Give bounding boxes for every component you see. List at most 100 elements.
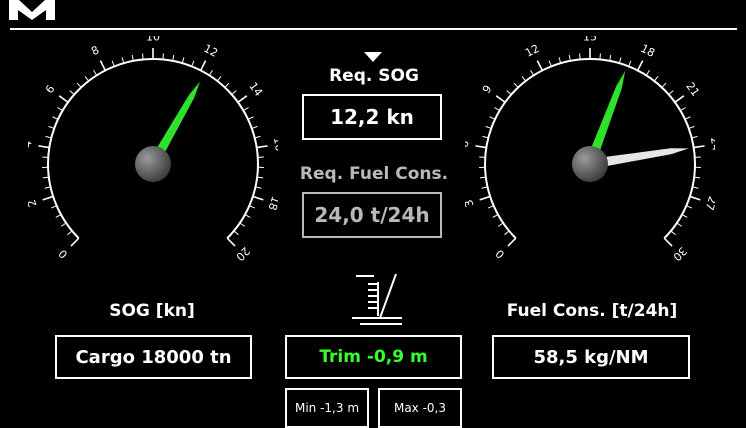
req-sog-label: Req. SOG: [300, 66, 448, 86]
fuel-minor-tick: [488, 206, 494, 208]
sog-major-tick: [100, 61, 105, 71]
fuel-tick-label: 12: [523, 42, 541, 60]
sog-minor-tick: [249, 206, 255, 208]
sog-major-tick: [227, 238, 235, 246]
sog-minor-tick: [234, 231, 239, 235]
sog-minor-tick: [245, 215, 250, 218]
sog-minor-tick: [45, 187, 51, 188]
trim-max-field[interactable]: Max -0,3: [378, 388, 462, 428]
fuel-minor-tick: [680, 107, 685, 110]
sog-gauge-label: SOG [kn]: [70, 301, 234, 321]
fuel-major-tick: [638, 61, 643, 71]
fuel-tick-label: 6: [465, 140, 472, 149]
sog-major-tick: [201, 61, 206, 71]
sog-tick-label: 20: [233, 244, 252, 263]
sog-minor-tick: [112, 61, 114, 67]
fuel-minor-tick: [490, 117, 495, 120]
fuel-tick-label: 3: [465, 198, 476, 209]
trim-value-field[interactable]: Trim -0,9 m: [285, 335, 462, 379]
sog-minor-tick: [77, 83, 81, 87]
sog-major-tick: [43, 196, 53, 199]
sog-major-tick: [257, 146, 268, 148]
req-fuel-cons-label: Req. Fuel Cons.: [295, 164, 453, 184]
fuel-minor-tick: [559, 57, 561, 63]
fuel-gauge-label: Fuel Cons. [t/24h]: [497, 301, 687, 321]
header-divider: [10, 28, 737, 30]
sog-minor-tick: [94, 70, 97, 75]
sog-minor-tick: [255, 187, 261, 188]
fuel-minor-tick: [531, 70, 534, 75]
fuel-minor-tick: [692, 187, 698, 188]
sog-minor-tick: [248, 117, 253, 120]
fuel-minor-tick: [619, 57, 621, 63]
req-fuel-cons-field[interactable]: 24,0 t/24h: [302, 192, 442, 238]
sog-minor-tick: [225, 83, 229, 87]
cargo-field[interactable]: Cargo 18000 tn: [55, 335, 252, 379]
fuel-minor-tick: [646, 70, 649, 75]
sog-minor-tick: [192, 61, 194, 67]
trim-min-field[interactable]: Min -1,3 m: [285, 388, 369, 428]
sog-tick-label: 12: [201, 42, 219, 60]
sog-minor-tick: [252, 126, 258, 128]
fuel-minor-tick: [569, 55, 570, 61]
sog-minor-tick: [243, 107, 248, 110]
fuel-major-tick: [475, 146, 486, 148]
sog-major-tick: [253, 196, 263, 199]
trim-icon: [350, 272, 406, 328]
sog-major-tick: [59, 96, 68, 102]
fuel-major-tick: [537, 61, 542, 71]
fuel-minor-tick: [682, 215, 687, 218]
fuel-minor-tick: [486, 126, 492, 128]
sog-tick-label: 0: [56, 247, 70, 261]
fuel-major-tick: [664, 238, 672, 246]
sog-gauge: 02468101214161820: [28, 36, 278, 286]
sog-minor-tick: [56, 215, 61, 218]
sog-minor-tick: [85, 76, 89, 81]
fuel-minor-tick: [522, 76, 526, 81]
sog-tick-label: 14: [246, 80, 265, 99]
fuel-minor-tick: [504, 231, 509, 235]
fuel-minor-tick: [671, 231, 676, 235]
fuel-minor-tick: [482, 187, 488, 188]
fuel-tick-label: 0: [493, 247, 507, 261]
fuel-tick-label: 21: [683, 80, 702, 99]
fuel-minor-tick: [482, 136, 488, 137]
sog-major-tick: [71, 238, 79, 246]
sog-minor-tick: [217, 76, 221, 81]
fuel-tick-label: 9: [480, 83, 495, 96]
fuel-minor-tick: [677, 223, 682, 226]
sog-minor-tick: [182, 57, 184, 63]
fuel-minor-tick: [549, 61, 551, 67]
fuel-tick-label: 24: [708, 136, 715, 152]
fuel-minor-tick: [507, 91, 512, 95]
req-sog-field[interactable]: 12,2 kn: [302, 94, 442, 140]
sog-minor-tick: [57, 107, 62, 110]
sog-minor-tick: [49, 126, 55, 128]
sog-tick-label: 18: [265, 195, 278, 212]
fuel-minor-tick: [654, 76, 658, 81]
sog-major-tick: [38, 146, 49, 148]
fuel-major-tick: [508, 238, 516, 246]
fuel-consumption-gauge: 036912151821242730: [465, 36, 715, 286]
sog-tick-label: 16: [271, 136, 278, 152]
sog-minor-tick: [53, 117, 58, 120]
fuel-minor-tick: [662, 83, 666, 87]
fuel-minor-tick: [692, 136, 698, 137]
brand-logo: [6, 0, 58, 22]
fuel-minor-tick: [580, 53, 581, 59]
req-sog-indicator-icon[interactable]: [364, 52, 382, 63]
fuel-major-tick: [496, 96, 505, 102]
sog-tick-label: 6: [43, 83, 58, 96]
sog-minor-tick: [132, 55, 133, 61]
fuel-tick-label: 30: [670, 244, 689, 263]
sog-tick-label: 2: [28, 198, 39, 209]
fuel-major-tick: [690, 196, 700, 199]
fuel-minor-tick: [629, 61, 631, 67]
fuel-efficiency-field[interactable]: 58,5 kg/NM: [492, 335, 690, 379]
sog-minor-tick: [61, 223, 66, 226]
sog-minor-tick: [232, 91, 237, 95]
fuel-minor-tick: [685, 117, 690, 120]
fuel-major-tick: [694, 146, 705, 148]
fuel-minor-tick: [493, 215, 498, 218]
sog-minor-tick: [173, 55, 174, 61]
